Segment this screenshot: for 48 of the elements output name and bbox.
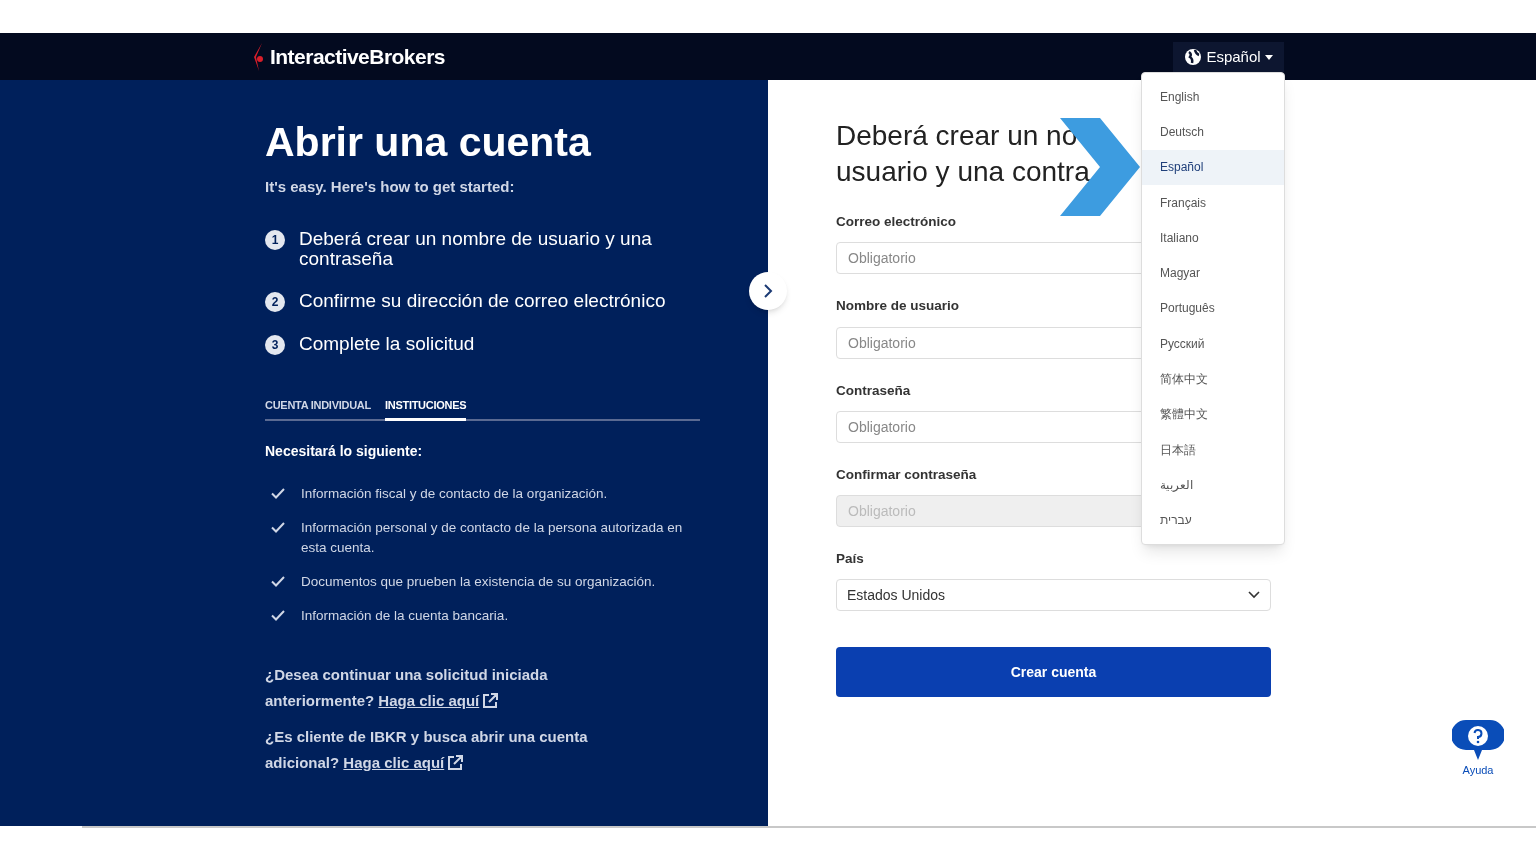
- check-icon: [271, 610, 285, 621]
- caret-icon: [1264, 54, 1273, 60]
- link-question: ¿Desea continuar una solicitud iniciada anteriormente? Haga clic aquí: [265, 662, 605, 714]
- external-link-icon: [482, 693, 499, 709]
- help-link[interactable]: Haga clic aquí: [343, 750, 464, 776]
- create-account-button[interactable]: Crear cuenta: [836, 647, 1271, 698]
- check-icon: [271, 576, 285, 587]
- step-number: 3: [265, 334, 285, 355]
- language-option[interactable]: 简体中文: [1142, 361, 1284, 397]
- field-label: Confirmar contraseña: [836, 465, 977, 484]
- logo-text[interactable]: InteractiveBrokers: [270, 40, 445, 73]
- language-option[interactable]: Español: [1142, 149, 1284, 185]
- tab[interactable]: INSTITUCIONES: [384, 396, 467, 421]
- globe-icon: [1184, 48, 1203, 66]
- step-number: 2: [265, 291, 285, 312]
- link-question: ¿Es cliente de IBKR y busca abrir una cuenta adicional? Haga clic aquí: [265, 724, 605, 776]
- chevron-right-icon: [763, 283, 773, 299]
- language-option[interactable]: Português: [1142, 290, 1284, 327]
- language-option[interactable]: Français: [1142, 184, 1284, 221]
- field-label: Correo electrónico: [836, 213, 957, 231]
- next-button[interactable]: [749, 272, 787, 310]
- requirement-text: Documentos que prueben la existencia de su organización.: [301, 573, 656, 591]
- step-text: Confirme su dirección de correo electrónico: [299, 290, 666, 311]
- check-icon: [271, 488, 285, 499]
- form-heading-text: usuario y una contra: [836, 155, 1090, 189]
- language-option[interactable]: English: [1142, 79, 1284, 115]
- field-label: Nombre de usuario: [836, 297, 960, 316]
- external-link-icon: [447, 755, 464, 771]
- step-text: Complete la solicitud: [299, 333, 475, 354]
- help-link[interactable]: Haga clic aquí: [378, 688, 499, 714]
- requirement-text: Información fiscal y de contacto de la organización.: [301, 485, 608, 503]
- step-text: Deberá crear un nombre de usuario y una contraseña: [299, 228, 653, 269]
- step-number: 1: [265, 229, 285, 250]
- field-label: Contraseña: [836, 381, 911, 400]
- check-icon: [271, 522, 285, 533]
- subtitle: It's easy. Here's how to get started:: [265, 177, 516, 197]
- requirements-heading: Necesitará lo siguiente:: [265, 442, 424, 461]
- language-option[interactable]: Deutsch: [1142, 114, 1284, 150]
- requirement-text: Información de la cuenta bancaria.: [301, 607, 509, 625]
- help-icon[interactable]: [1452, 720, 1504, 762]
- language-button[interactable]: Español: [1173, 42, 1284, 72]
- country-select[interactable]: Estados Unidos: [836, 579, 1271, 612]
- help-label[interactable]: Ayuda: [1462, 762, 1494, 779]
- chevron-down-icon: [1248, 591, 1260, 600]
- tab[interactable]: CUENTA INDIVIDUAL: [265, 396, 371, 421]
- page-title: Abrir una cuenta: [265, 118, 592, 166]
- field-label: País: [836, 550, 864, 568]
- requirement-text: Información personal y de contacto de la persona autorizada en esta cuenta.: [301, 519, 684, 557]
